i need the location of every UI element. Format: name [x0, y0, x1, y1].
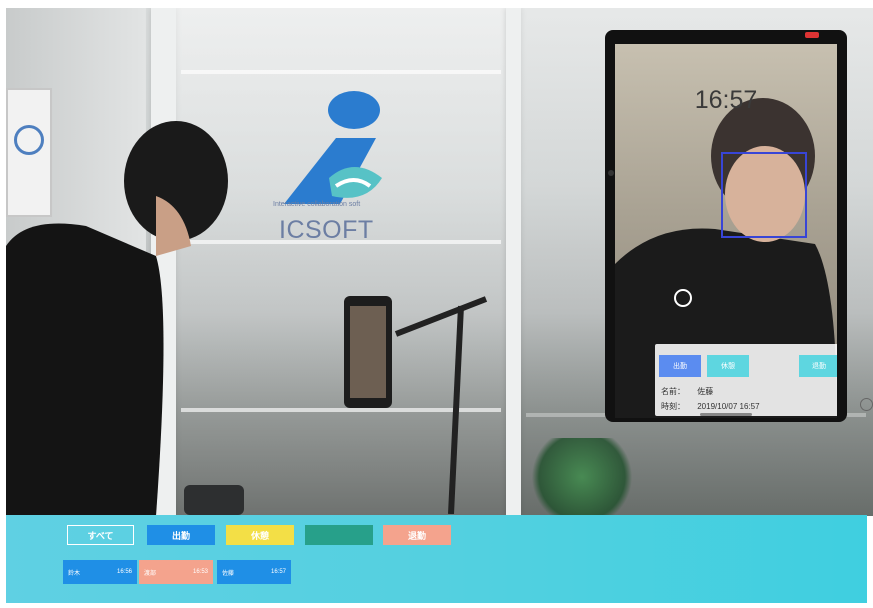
time-value: 2019/10/07 16:57	[697, 402, 760, 411]
filter-break-button[interactable]: 休憩	[226, 525, 294, 545]
name-label: 名前：	[661, 387, 685, 396]
person-figure	[6, 121, 228, 516]
record-time: 16:56	[116, 569, 132, 575]
time-row: 時刻： 2019/10/07 16:57	[661, 401, 760, 412]
home-indicator	[700, 413, 752, 416]
screen-edge-icon	[860, 398, 873, 411]
ipad-screen: 16:57 出勤 休憩 退勤 名前： 佐藤 時刻： 2019/10/07 16:…	[605, 30, 847, 422]
desk-phone	[184, 485, 244, 515]
name-row: 名前： 佐藤	[661, 386, 713, 397]
tablet-stand	[344, 296, 488, 514]
record-chip[interactable]: 鈴木 16:56	[63, 560, 137, 584]
record-name: 鈴木	[68, 570, 81, 577]
record-chip[interactable]: 渡部 16:53	[139, 560, 213, 584]
record-chip[interactable]: 佐藤 16:57	[217, 560, 291, 584]
filter-empty-button[interactable]	[305, 525, 373, 545]
plant	[522, 438, 642, 516]
record-name: 渡部	[144, 570, 157, 577]
filter-all-button[interactable]: すべて	[67, 525, 134, 545]
status-bar	[605, 30, 847, 41]
camera-preview: 16:57 出勤 休憩 退勤 名前： 佐藤 時刻： 2019/10/07 16:…	[615, 44, 837, 418]
clock-display: 16:57	[694, 86, 758, 114]
logo-tagline: Interactive collaboration soft	[273, 201, 361, 208]
clock-out-button[interactable]: 退勤	[799, 355, 837, 377]
filter-clock-out-button[interactable]: 退勤	[383, 525, 451, 545]
logo-name: ICSOFT	[279, 216, 374, 244]
attendance-panel: 出勤 休憩 退勤 名前： 佐藤 時刻： 2019/10/07 16:57	[655, 344, 837, 416]
filter-clock-in-button[interactable]: 出勤	[147, 525, 215, 545]
clock-in-button[interactable]: 出勤	[659, 355, 701, 377]
face-detection-box	[721, 152, 807, 238]
name-value: 佐藤	[697, 387, 714, 396]
door-frame	[506, 8, 521, 516]
record-name: 佐藤	[222, 570, 235, 577]
recording-icon	[805, 32, 819, 38]
record-time: 16:57	[270, 569, 286, 575]
record-time: 16:53	[192, 569, 208, 575]
attendance-bar: すべて 出勤 休憩 退勤 鈴木 16:56 渡部 16:53 佐藤 16:57	[6, 515, 867, 603]
time-label: 時刻：	[661, 402, 685, 411]
side-button	[608, 170, 614, 176]
break-button[interactable]: 休憩	[707, 355, 749, 377]
